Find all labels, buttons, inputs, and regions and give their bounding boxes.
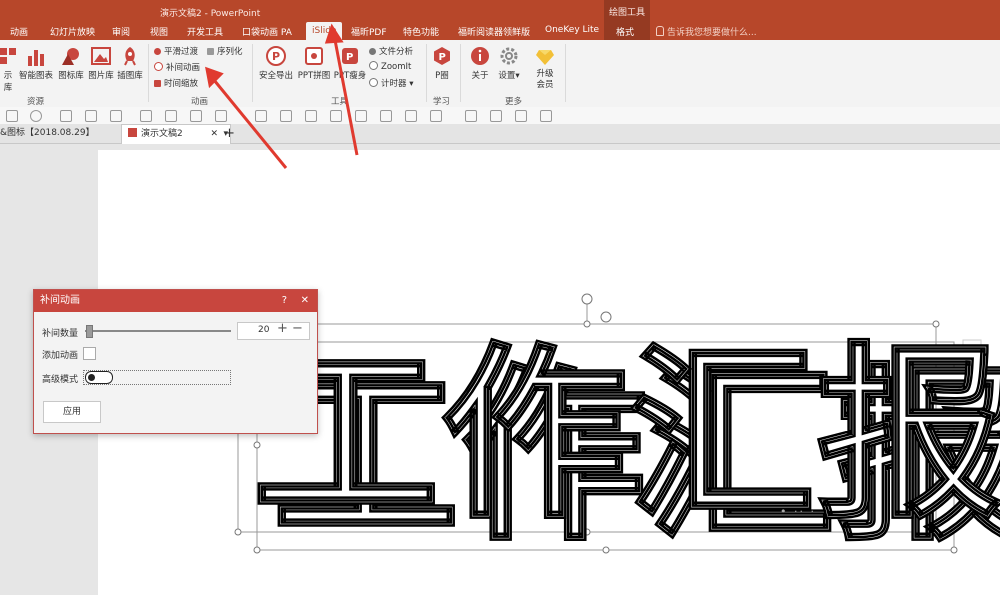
dialog-title: 补间动画 [40, 295, 80, 306]
rotate-handle-icon[interactable] [600, 311, 612, 323]
add-animation-label: 添加动画 [42, 351, 79, 361]
add-animation-checkbox[interactable] [83, 347, 96, 360]
advanced-mode-label: 高级模式 [42, 375, 79, 385]
apply-button[interactable]: 应用 [43, 401, 101, 423]
dialog-header: 补间动画 ? ✕ [34, 290, 317, 312]
watermark: • ·· · [780, 505, 816, 518]
help-icon[interactable]: ? [282, 290, 287, 312]
close-icon[interactable]: ✕ [301, 290, 309, 312]
count-label: 补间数量 [42, 329, 79, 339]
tween-animation-dialog: 补间动画 ? ✕ 补间数量 20 + − 添加动画 高级模式 应用 [33, 289, 318, 434]
count-input[interactable]: 20 [258, 325, 269, 335]
count-slider-track[interactable] [85, 330, 231, 332]
count-slider-thumb[interactable] [86, 325, 93, 338]
rotate-handle-icon[interactable] [581, 293, 593, 305]
annotation-arrows [205, 23, 359, 169]
increment-button[interactable]: + [277, 321, 288, 336]
toggle-knob [88, 374, 95, 381]
slide-heading[interactable]: 工作汇报 [251, 325, 1000, 547]
advanced-mode-toggle[interactable] [85, 371, 113, 384]
decrement-button[interactable]: − [292, 321, 303, 336]
